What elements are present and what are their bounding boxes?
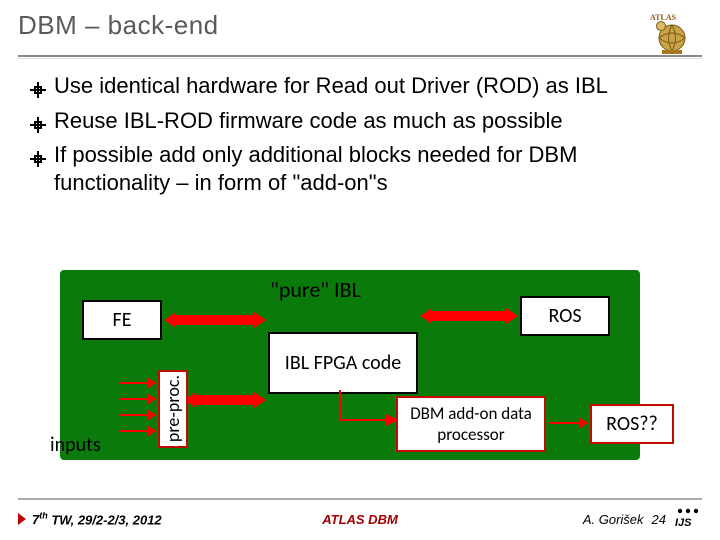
bullet-icon	[30, 77, 46, 105]
slide-footer: 7th TW, 29/2-2/3, 2012 ATLAS DBM A. Gori…	[0, 505, 720, 533]
arrow-preproc-iblfpga	[194, 398, 256, 402]
bullet-icon	[30, 112, 46, 140]
footer-center: ATLAS DBM	[246, 512, 474, 527]
bullet-text: Reuse IBL-ROD firmware code as much as p…	[54, 107, 690, 135]
footer-left: 7th TW, 29/2-2/3, 2012	[18, 511, 246, 527]
bullet-list: Use identical hardware for Read out Driv…	[30, 72, 690, 198]
arrow-input-4	[120, 430, 148, 432]
label-preproc: pre-proc.	[162, 375, 184, 442]
footer-event-rest: TW, 29/2-2/3, 2012	[48, 512, 162, 527]
footer-event-sup: 7th	[32, 512, 48, 527]
bullet-text: Use identical hardware for Read out Driv…	[54, 72, 690, 100]
slide-header: DBM – back-end ATLAS	[0, 0, 720, 63]
slide-title: DBM – back-end	[18, 10, 648, 41]
header-rule	[18, 55, 702, 57]
box-fe: FE	[82, 300, 162, 340]
arrow-dbm-ros	[550, 422, 580, 424]
block-diagram: "pure" IBL FE ROS IBL FPGA code pre-proc…	[20, 270, 680, 470]
ijs-logo-icon: IJS	[674, 508, 702, 531]
header-rule-light	[18, 58, 702, 59]
footer-rule	[18, 498, 702, 500]
svg-text:IJS: IJS	[675, 517, 692, 528]
box-ibl-fpga: IBL FPGA code	[268, 332, 418, 394]
box-dbm-processor: DBM add-on data processor	[396, 396, 546, 452]
footer-author: A. Gorišek	[583, 512, 644, 527]
arrow-fe-iblfpga	[174, 318, 256, 322]
box-ros-question: ROS??	[590, 404, 674, 444]
arrow-input-3	[120, 414, 148, 416]
arrow-input-2	[120, 398, 148, 400]
list-item: If possible add only additional blocks n…	[30, 141, 690, 196]
svg-text:ATLAS: ATLAS	[650, 13, 677, 22]
arrow-iblfpga-ros	[430, 314, 508, 318]
box-preproc: pre-proc.	[158, 370, 188, 448]
footer-triangle-icon	[18, 513, 26, 525]
bullet-text: If possible add only additional blocks n…	[54, 141, 690, 196]
bullet-icon	[30, 146, 46, 174]
label-pure-ibl: "pure" IBL	[270, 276, 361, 303]
label-inputs: inputs	[50, 433, 101, 457]
list-item: Reuse IBL-ROD firmware code as much as p…	[30, 107, 690, 140]
footer-event: 7th TW, 29/2-2/3, 2012	[32, 511, 162, 527]
footer-page-number: 24	[652, 512, 666, 527]
footer-right: A. Gorišek 24 IJS	[474, 508, 702, 531]
arrow-iblfpga-dbm	[340, 390, 400, 430]
box-ros: ROS	[520, 296, 610, 336]
arrow-input-1	[120, 382, 148, 384]
list-item: Use identical hardware for Read out Driv…	[30, 72, 690, 105]
